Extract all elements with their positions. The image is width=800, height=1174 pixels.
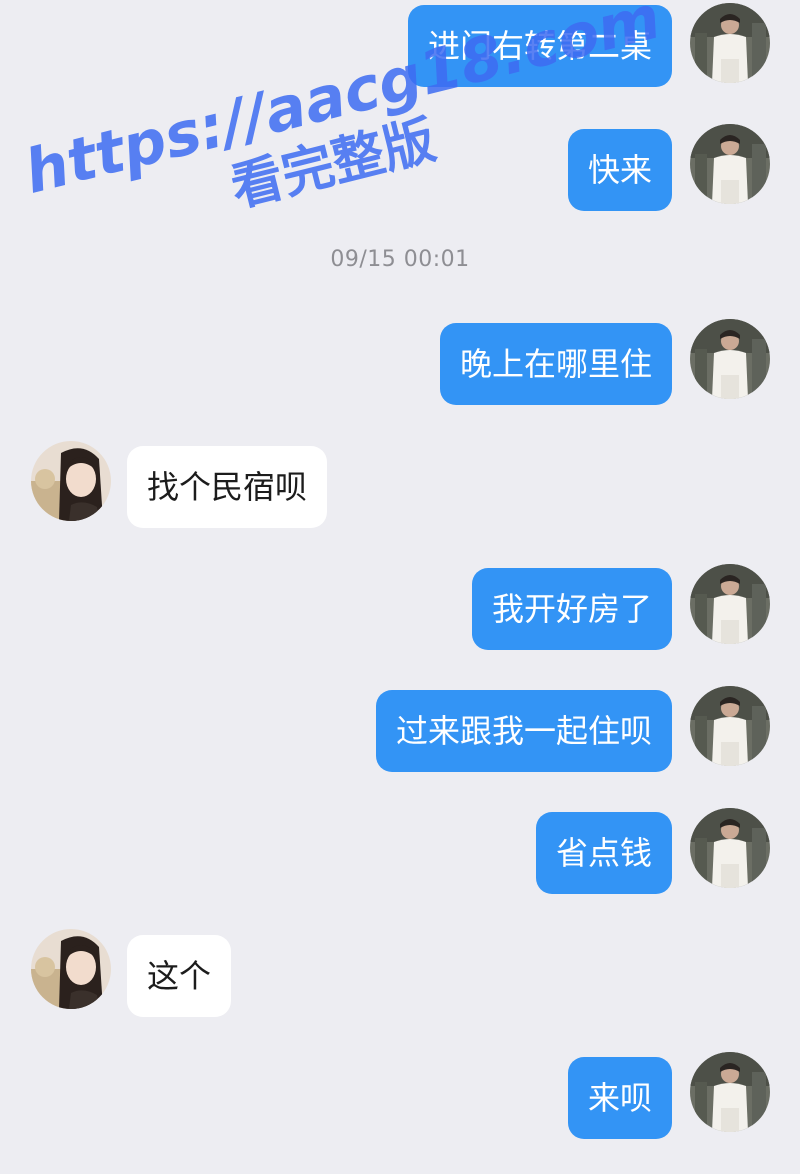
message-bubble-outgoing[interactable]: 晚上在哪里住 [439, 323, 672, 405]
self-avatar-icon [690, 1052, 770, 1132]
message-bubble-incoming[interactable]: 找个民宿呗 [127, 446, 328, 528]
self-avatar-icon[interactable] [690, 564, 770, 644]
self-avatar-icon[interactable] [690, 124, 770, 204]
self-avatar-icon[interactable] [690, 686, 770, 766]
message-bubble-outgoing[interactable]: 来呗 [567, 1057, 672, 1139]
self-avatar-icon [690, 808, 770, 888]
watermark-caption: 看完整版 [225, 110, 442, 219]
message-bubble-outgoing[interactable]: 过来跟我一起住呗 [375, 690, 672, 772]
self-avatar-icon [690, 124, 770, 204]
self-avatar-icon [690, 564, 770, 644]
message-bubble-outgoing[interactable]: 进门右转第二桌 [407, 5, 672, 87]
message-bubble-incoming[interactable]: 这个 [127, 935, 232, 1017]
other-avatar-icon[interactable] [31, 441, 111, 521]
other-avatar-icon [31, 441, 111, 521]
message-bubble-outgoing[interactable]: 快来 [567, 129, 672, 211]
message-timestamp: 09/15 00:01 [330, 247, 470, 272]
other-avatar-icon[interactable] [31, 929, 111, 1009]
other-avatar-icon [31, 929, 111, 1009]
self-avatar-icon [690, 319, 770, 399]
self-avatar-icon[interactable] [690, 319, 770, 399]
self-avatar-icon [690, 3, 770, 83]
self-avatar-icon[interactable] [690, 3, 770, 83]
self-avatar-icon[interactable] [690, 808, 770, 888]
self-avatar-icon [690, 686, 770, 766]
message-bubble-outgoing[interactable]: 省点钱 [535, 812, 672, 894]
message-bubble-outgoing[interactable]: 我开好房了 [471, 568, 672, 650]
self-avatar-icon[interactable] [690, 1052, 770, 1132]
chat-view: 进门右转第二桌 快来 09/15 00:01 晚上在哪里住 找个民宿呗 我开好房… [0, 0, 800, 1174]
